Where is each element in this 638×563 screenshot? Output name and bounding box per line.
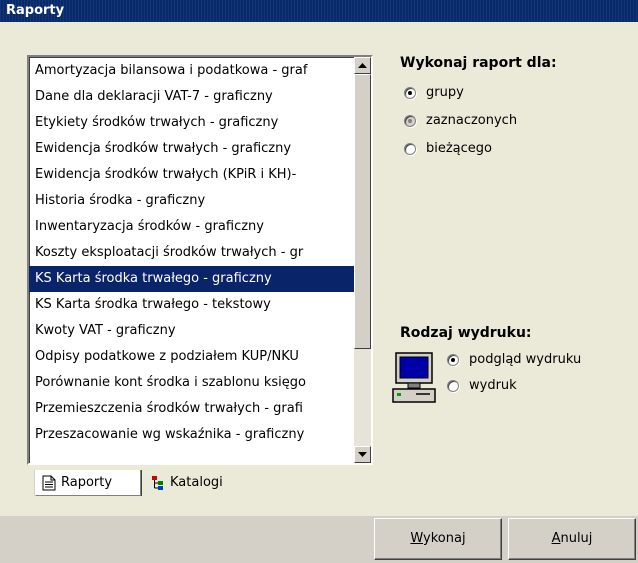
list-item[interactable]: Przeszacowanie wg wskaźnika - graficzny [29,422,354,448]
document-icon [42,475,56,490]
list-item[interactable]: Ewidencja środków trwałych (KPiR i KH)- [29,162,354,188]
cancel-button[interactable]: Anuluj [508,518,636,560]
radio-label: zaznaczonych [426,113,518,128]
list-item[interactable]: Kwoty VAT - graficzny [29,318,354,344]
tree-icon [152,476,163,490]
window-title: Raporty [0,0,638,22]
tab-raporty-label: Raporty [61,474,113,490]
list-item-selected[interactable]: KS Karta środka trwałego - graficzny [29,266,354,292]
list-item[interactable]: Etykiety środków trwałych - graficzny [29,110,354,136]
radio-label: bieżącego [426,141,493,156]
radio-label: podgląd wydruku [469,352,582,367]
radio-button[interactable] [404,86,416,99]
print-type-label: Rodzaj wydruku: [400,325,532,341]
radio-zaznaczonych[interactable]: zaznaczonych [404,113,517,128]
tab-katalogi-label: Katalogi [170,475,223,490]
arrow-up-icon [358,62,367,68]
list-item[interactable]: Dane dla deklaracji VAT-7 - graficzny [29,84,354,110]
radio-label: grupy [426,85,464,100]
run-accel: W [410,531,424,546]
radio-wydruk[interactable]: wydruk [447,378,517,393]
list-item[interactable]: Ewidencja środków trwałych - graficzny [29,136,354,162]
run-button[interactable]: Wykonaj [374,518,502,560]
list-item[interactable]: Odpisy podatkowe z podziałem KUP/NKU [29,344,354,370]
reports-list: Amortyzacja bilansowa i podatkowa - graf… [29,58,354,448]
list-item[interactable]: Przemieszczenia środków trwałych - grafi [29,396,354,422]
run-label: ykonaj [423,531,466,546]
radio-label: wydruk [469,378,517,393]
list-item[interactable]: Historia środka - graficzny [29,188,354,214]
list-item[interactable]: Amortyzacja bilansowa i podatkowa - graf [29,58,354,84]
radio-button[interactable] [404,142,416,155]
reports-listbox[interactable]: Amortyzacja bilansowa i podatkowa - graf… [27,55,373,465]
list-item[interactable]: Inwentaryzacja środków - graficzny [29,214,354,240]
scroll-up-button[interactable] [354,57,371,74]
radio-button[interactable] [404,114,416,127]
scroll-thumb[interactable] [354,74,371,349]
computer-icon [392,352,436,403]
scroll-down-button[interactable] [354,446,371,463]
radio-grupy[interactable]: grupy [404,85,464,100]
radio-podglad-wydruku[interactable]: podgląd wydruku [447,352,581,367]
list-item[interactable]: Porównanie kont środka i szablonu księgo [29,370,354,396]
arrow-down-icon [358,451,367,457]
radio-biezacego[interactable]: bieżącego [404,141,492,156]
tab-katalogi[interactable]: Katalogi [145,470,255,496]
list-item[interactable]: Koszty eksploatacji środków trwałych - g… [29,240,354,266]
radio-button[interactable] [447,353,459,366]
list-item[interactable]: KS Karta środka trwałego - tekstowy [29,292,354,318]
cancel-label: nuluj [560,531,593,546]
tab-raporty[interactable]: Raporty [35,470,141,496]
radio-button[interactable] [447,379,459,392]
reports-scrollbar[interactable] [354,57,371,463]
execute-for-label: Wykonaj raport dla: [400,55,557,71]
